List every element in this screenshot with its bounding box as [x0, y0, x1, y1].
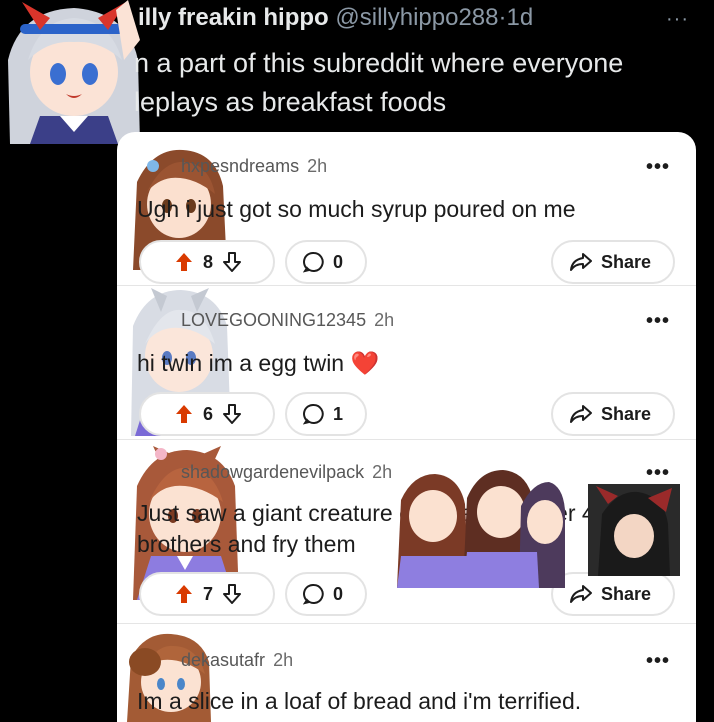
comment-body: Im a slice in a loaf of bread and i'm te… [137, 688, 582, 714]
share-button[interactable]: Share [551, 240, 675, 284]
comment-username[interactable]: shadowgardenevilpack [181, 462, 364, 482]
upvote-icon[interactable] [175, 404, 193, 424]
more-dots-icon[interactable]: ••• [646, 156, 670, 179]
vote-control: 6 [139, 392, 275, 436]
comment-time: 2h [372, 462, 393, 482]
downvote-icon[interactable] [223, 252, 242, 272]
vote-count: 7 [203, 583, 214, 604]
reply-count: 0 [333, 251, 344, 272]
share-arrow-icon [569, 404, 593, 424]
comment-username[interactable]: dekasutafr [181, 650, 265, 670]
comment: hxpesndreams 2h ••• Ugh i just got so muc… [117, 132, 696, 284]
more-dots-icon[interactable]: ••• [646, 462, 670, 485]
comment-username[interactable]: LOVEGOONING12345 [181, 310, 366, 330]
comment-bubble-icon [303, 403, 325, 425]
sticker-dark-character [588, 484, 680, 576]
reply-button[interactable]: 1 [285, 392, 367, 436]
comment-bubble-icon [303, 251, 325, 273]
vote-count: 6 [203, 403, 214, 424]
comment: dekasutafr 2h ••• Im a slice in a loaf of… [117, 624, 696, 722]
reddit-comments-card: hxpesndreams 2h ••• Ugh i just got so muc… [117, 132, 696, 722]
separator: · [498, 4, 507, 31]
vote-count: 8 [203, 251, 214, 272]
comment-username[interactable]: hxpesndreams [181, 156, 299, 176]
comment: LOVEGOONING12345 2h ••• hi twin im a egg … [117, 286, 696, 438]
comment-body: Ugh i just got so much syrup poured on m… [137, 196, 576, 222]
comment: shadowgardenevilpack 2h ••• Just saw a gi… [117, 440, 696, 622]
share-arrow-icon [569, 252, 593, 272]
vote-control: 7 [139, 572, 275, 616]
reply-button[interactable]: 0 [285, 572, 367, 616]
comment-time: 2h [374, 310, 395, 330]
downvote-icon[interactable] [223, 584, 242, 604]
more-dots-icon[interactable]: ••• [646, 650, 670, 673]
sticker-characters [393, 460, 565, 588]
tweet-age[interactable]: 1d [507, 4, 534, 31]
poster-avatar[interactable] [0, 0, 148, 144]
share-label: Share [601, 251, 652, 272]
reply-count: 1 [333, 403, 344, 424]
share-label: Share [601, 403, 652, 424]
user-handle[interactable]: @sillyhippo288 [335, 4, 498, 31]
upvote-icon[interactable] [175, 252, 193, 272]
comment-time: 2h [273, 650, 294, 670]
reply-button[interactable]: 0 [285, 240, 367, 284]
share-button[interactable]: Share [551, 392, 675, 436]
tweet-text: n a part of this subreddit where everyon… [134, 48, 624, 117]
reply-count: 0 [333, 583, 344, 604]
more-dots-icon[interactable]: ••• [646, 310, 670, 333]
tweet-more-icon[interactable]: ··· [666, 8, 689, 31]
display-name[interactable]: illy freakin hippo [138, 4, 329, 31]
share-arrow-icon [569, 584, 593, 604]
comment-bubble-icon [303, 583, 325, 605]
vote-control: 8 [139, 240, 275, 284]
share-label: Share [601, 583, 652, 604]
tweet-header: illy freakin hippo @sillyhippo288·1d [138, 4, 533, 32]
comment-body: hi twin im a egg twin ❤️ [137, 350, 380, 376]
comment-time: 2h [307, 156, 328, 176]
share-button[interactable]: Share [551, 572, 675, 616]
upvote-icon[interactable] [175, 584, 193, 604]
downvote-icon[interactable] [223, 404, 242, 424]
